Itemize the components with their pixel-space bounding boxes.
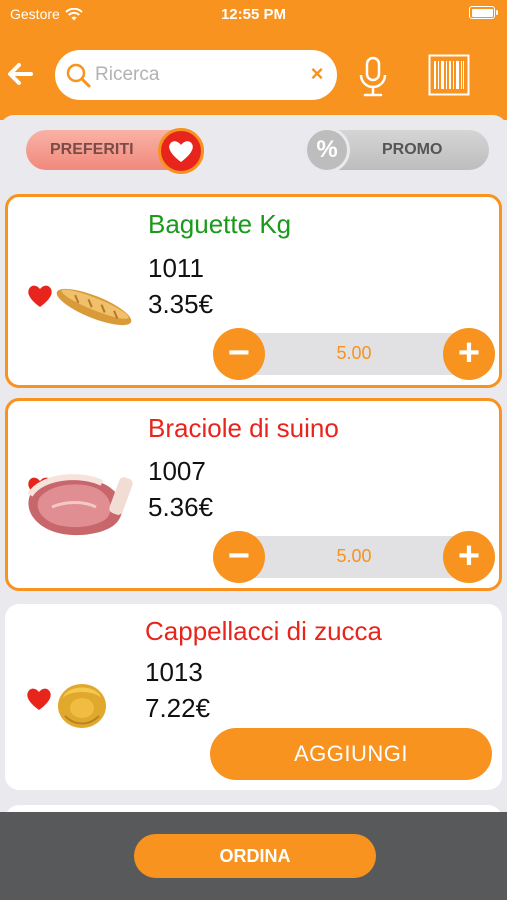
increase-quantity-button[interactable]: + [443, 328, 495, 380]
favorites-toggle-label: PREFERITI [50, 141, 134, 158]
footer-bar: ORDINA [0, 812, 507, 900]
product-name: Braciole di suino [148, 413, 339, 443]
product-card-next[interactable] [5, 805, 502, 812]
decrease-quantity-button[interactable]: − [213, 531, 265, 583]
product-price: 7.22€ [145, 693, 211, 723]
add-to-cart-button[interactable]: AGGIUNGI [210, 728, 492, 780]
status-bar: Gestore 12:55 PM [0, 0, 507, 30]
product-price: 5.36€ [148, 492, 214, 522]
search-input[interactable] [95, 60, 305, 90]
clear-search-button[interactable]: × [306, 61, 328, 87]
product-list-area: PREFERITI % PROMO Baguette Kg 1011 3.35€… [0, 115, 507, 812]
product-card-baguette[interactable]: Baguette Kg 1011 3.35€ − 5.00 + [5, 194, 502, 388]
product-code: 1007 [148, 456, 206, 486]
quantity-value[interactable]: 5.00 [265, 343, 443, 364]
baguette-image [56, 288, 132, 326]
cappellacci-image [58, 684, 106, 728]
voice-search-button[interactable] [356, 55, 390, 99]
back-button[interactable] [5, 58, 35, 90]
product-price: 3.35€ [148, 289, 214, 319]
barcode-icon [428, 54, 470, 96]
favorite-heart-icon[interactable] [25, 686, 53, 712]
quantity-stepper: − 5.00 + [213, 328, 495, 380]
search-icon [66, 63, 91, 88]
favorites-toggle[interactable]: PREFERITI [26, 128, 204, 174]
favorites-toggle-knob [158, 128, 204, 174]
battery-icon [469, 6, 498, 19]
product-card-cappellacci[interactable]: Cappellacci di zucca 1013 7.22€ AGGIUNGI [5, 604, 502, 790]
increase-quantity-button[interactable]: + [443, 531, 495, 583]
pork-chop-image [27, 474, 133, 536]
product-code: 1013 [145, 657, 203, 687]
product-name: Cappellacci di zucca [145, 616, 383, 646]
heart-icon [169, 141, 193, 162]
app-header: Gestore 12:55 PM × [0, 0, 507, 120]
product-card-braciole[interactable]: Braciole di suino 1007 5.36€ − 5.00 + [5, 398, 502, 591]
favorite-heart-icon[interactable] [26, 283, 54, 309]
order-button[interactable]: ORDINA [134, 834, 376, 878]
decrease-quantity-button[interactable]: − [213, 328, 265, 380]
product-code: 1011 [148, 253, 204, 283]
status-time: 12:55 PM [220, 6, 287, 23]
percent-icon: % [304, 127, 350, 173]
promo-toggle-label: PROMO [382, 141, 443, 158]
product-name: Baguette Kg [148, 209, 292, 239]
search-bar[interactable]: × [55, 50, 337, 100]
barcode-scan-button[interactable] [428, 54, 470, 96]
promo-toggle[interactable]: % PROMO [304, 127, 489, 173]
quantity-stepper: − 5.00 + [213, 531, 495, 583]
arrow-left-icon [8, 63, 33, 85]
quantity-value[interactable]: 5.00 [265, 546, 443, 567]
microphone-icon [359, 56, 387, 97]
